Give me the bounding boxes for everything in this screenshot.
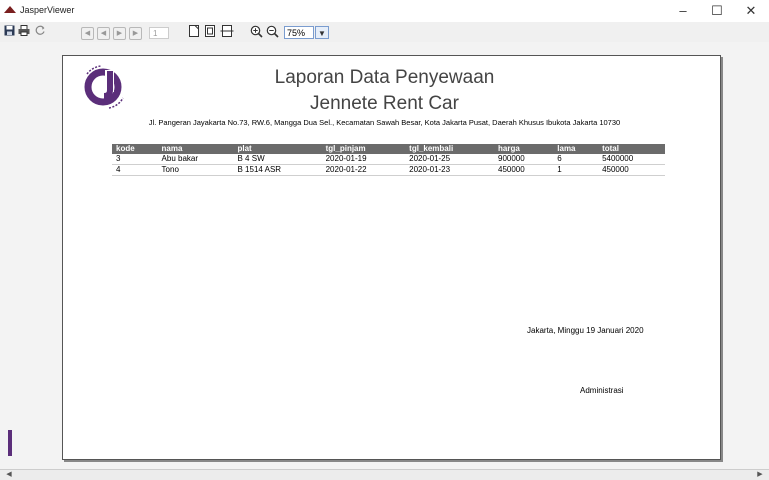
zoom-in-icon[interactable] (250, 25, 263, 39)
table-cell: 6 (553, 154, 599, 165)
table-cell: 2020-01-19 (321, 154, 406, 165)
save-icon[interactable] (3, 25, 15, 39)
close-button[interactable]: ✕ (734, 0, 768, 22)
column-header: nama (157, 144, 234, 154)
page-number-field[interactable]: 1 (149, 27, 169, 39)
column-header: tgl_pinjam (321, 144, 406, 154)
table-cell: B 4 SW (233, 154, 322, 165)
actual-size-icon[interactable] (188, 25, 200, 39)
prev-page-icon[interactable]: ◀ (97, 27, 110, 40)
zoom-out-icon[interactable] (266, 25, 279, 39)
company-address: Jl. Pangeran Jayakarta No.73, RW.6, Mang… (148, 118, 621, 127)
column-header: total (598, 144, 665, 154)
column-header: harga (494, 144, 554, 154)
table-cell: 2020-01-23 (405, 164, 494, 176)
table-cell: 2020-01-22 (321, 164, 406, 176)
report-subtitle: Jennete Rent Car (310, 93, 459, 114)
zoom-select[interactable]: 75% (284, 26, 314, 39)
table-header-row: kode nama plat tgl_pinjam tgl_kembali ha… (112, 144, 665, 154)
jasper-app-icon (4, 6, 16, 13)
fit-width-icon[interactable] (220, 25, 234, 39)
reload-icon[interactable] (34, 25, 46, 39)
table-cell: 900000 (494, 154, 554, 165)
table-cell: 3 (112, 154, 158, 165)
table-cell: B 1514 ASR (233, 164, 322, 176)
first-page-icon[interactable]: ◀ (81, 27, 94, 40)
window-title: JasperViewer (20, 5, 75, 15)
side-accent-bar (8, 430, 12, 456)
maximize-button[interactable]: ☐ (700, 0, 734, 22)
table-cell: Tono (157, 164, 234, 176)
title-bar: JasperViewer – ☐ ✕ (0, 0, 769, 22)
viewer-toolbar: ◀ ◀ ▶ ▶ 1 75% ▼ (0, 22, 769, 42)
next-page-icon[interactable]: ▶ (113, 27, 126, 40)
fit-page-icon[interactable] (204, 25, 216, 39)
horizontal-scrollbar[interactable]: ◀ ▶ (0, 469, 769, 480)
table-cell: Abu bakar (157, 154, 234, 165)
table-row: 4 Tono B 1514 ASR 2020-01-22 2020-01-23 … (112, 164, 665, 176)
table-cell: 5400000 (598, 154, 665, 165)
rental-table: kode nama plat tgl_pinjam tgl_kembali ha… (112, 144, 665, 176)
column-header: lama (553, 144, 599, 154)
table-cell: 1 (553, 164, 599, 176)
report-title: Laporan Data Penyewaan (274, 67, 495, 88)
column-header: tgl_kembali (405, 144, 494, 154)
last-page-icon[interactable]: ▶ (129, 27, 142, 40)
print-icon[interactable] (18, 25, 30, 39)
signature-role: Administrasi (580, 386, 624, 395)
table-cell: 4 (112, 164, 158, 176)
zoom-dropdown-icon[interactable]: ▼ (315, 26, 329, 39)
report-page (62, 55, 721, 460)
table-cell: 450000 (494, 164, 554, 176)
column-header: plat (233, 144, 322, 154)
column-header: kode (112, 144, 158, 154)
minimize-button[interactable]: – (666, 0, 700, 22)
table-cell: 450000 (598, 164, 665, 176)
signature-date: Jakarta, Minggu 19 Januari 2020 (527, 326, 644, 335)
table-cell: 2020-01-25 (405, 154, 494, 165)
table-row: 3 Abu bakar B 4 SW 2020-01-19 2020-01-25… (112, 154, 665, 165)
